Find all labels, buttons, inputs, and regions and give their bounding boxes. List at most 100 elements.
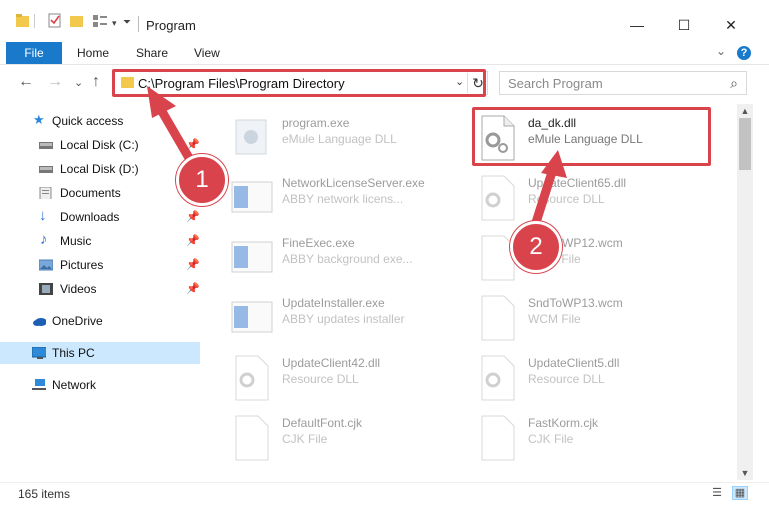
file-name: UpdateClient5.dll (528, 356, 620, 370)
search-icon[interactable]: ⌕ (730, 75, 738, 92)
sidebar-item-music[interactable]: ♪ Music 📌 (0, 230, 200, 252)
sidebar-item-local-disk-c[interactable]: Local Disk (C:) 📌 (0, 134, 200, 156)
dll-file-icon (481, 355, 515, 401)
scroll-up-icon[interactable]: ▲ (737, 104, 753, 118)
sidebar-item-documents[interactable]: Documents 📌 (0, 182, 200, 204)
pin-icon[interactable]: 📌 (186, 282, 200, 295)
sidebar-item-videos[interactable]: Videos 📌 (0, 278, 200, 300)
file-highlight-box (472, 107, 711, 166)
sidebar-item-network[interactable]: Network (0, 374, 200, 396)
file-item-sndtowp13-wcm[interactable]: SndToWP13.wcm WCM File (476, 290, 716, 346)
file-type: ABBY background exe... (282, 252, 413, 266)
view-options-icon[interactable] (92, 12, 110, 30)
customize-quick-access-icon[interactable]: ▾ (112, 18, 117, 29)
new-folder-icon[interactable] (70, 12, 84, 30)
quick-access-dropdown-icon[interactable]: ⏷ (123, 17, 131, 28)
drive-icon (39, 142, 53, 149)
sidebar-item-label: This PC (52, 346, 95, 360)
file-item-fineexec-exe[interactable]: FineExec.exe ABBY background exe... (230, 230, 470, 286)
dll-file-icon (235, 355, 269, 401)
file-type: ABBY updates installer (282, 312, 405, 326)
exe-file-icon (235, 119, 267, 155)
close-button[interactable]: ✕ (708, 10, 754, 40)
file-item-updateclient42-dll[interactable]: UpdateClient42.dll Resource DLL (230, 350, 470, 406)
document-file-icon (481, 415, 515, 461)
vertical-scrollbar[interactable]: ▲ ▼ (737, 104, 753, 480)
file-item-program-exe[interactable]: program.exe eMule Language DLL (230, 110, 470, 166)
sidebar-item-quick-access[interactable]: ★ Quick access (0, 110, 200, 132)
document-file-icon (235, 415, 269, 461)
ribbon-tabs: File Home Share View (0, 40, 769, 64)
file-name: FineExec.exe (282, 236, 355, 250)
tab-share[interactable]: Share (136, 42, 168, 64)
file-item-fastkorm-cjk[interactable]: FastKorm.cjk CJK File (476, 410, 716, 466)
downloads-icon: ↓ (39, 207, 47, 224)
maximize-button[interactable]: ☐ (661, 10, 707, 40)
divider (34, 14, 35, 28)
sidebar-item-onedrive[interactable]: OneDrive (0, 310, 200, 332)
sidebar-item-label: Network (52, 378, 97, 392)
search-box[interactable]: Search Program ⌕ (499, 71, 747, 95)
file-type: Resource DLL (528, 192, 605, 206)
file-name: NetworkLicenseServer.exe (282, 176, 425, 190)
folder-icon[interactable] (16, 12, 30, 30)
sidebar-item-local-disk-d[interactable]: Local Disk (D:) (0, 158, 200, 180)
forward-button[interactable]: → (47, 73, 63, 91)
file-type: ABBY network licens... (282, 192, 404, 206)
sidebar-item-label: Music (60, 234, 92, 248)
videos-icon (39, 283, 53, 295)
documents-icon (39, 187, 52, 199)
file-name: UpdateInstaller.exe (282, 296, 385, 310)
file-name: DefaultFont.cjk (282, 416, 363, 430)
document-file-icon (481, 295, 515, 341)
minimize-button[interactable]: — (614, 10, 660, 40)
scrollbar-thumb[interactable] (739, 118, 751, 170)
file-type: eMule Language DLL (282, 132, 397, 146)
file-type: WCM File (528, 312, 581, 326)
pc-icon (32, 347, 46, 359)
navigation-pane: ★ Quick access Local Disk (C:) 📌 Local D… (0, 104, 200, 480)
window-title: Program (146, 18, 196, 33)
sidebar-item-label: Local Disk (C:) (60, 138, 139, 152)
file-name: program.exe (282, 116, 350, 130)
step-1-badge: 1 (176, 154, 228, 206)
tab-view[interactable]: View (194, 42, 220, 64)
file-type: CJK File (282, 432, 328, 446)
pin-icon[interactable]: 📌 (186, 138, 200, 151)
pin-icon[interactable]: 📌 (186, 234, 200, 247)
large-icons-view-icon[interactable]: ▦ (732, 486, 748, 500)
star-icon: ★ (33, 112, 45, 127)
app-file-icon (231, 241, 273, 273)
up-button[interactable]: ↑ (92, 73, 100, 91)
help-button[interactable]: ? (737, 46, 751, 60)
pin-icon[interactable]: 📌 (186, 258, 200, 271)
details-view-icon[interactable]: ☰ (710, 487, 724, 499)
file-item-updateinstaller-exe[interactable]: UpdateInstaller.exe ABBY updates install… (230, 290, 470, 346)
sidebar-item-label: Local Disk (D:) (60, 162, 139, 176)
scroll-down-icon[interactable]: ▼ (737, 466, 753, 480)
file-type: Resource DLL (528, 372, 605, 386)
tab-home[interactable]: Home (77, 42, 109, 64)
app-file-icon (231, 181, 273, 213)
sidebar-item-this-pc[interactable]: This PC (0, 342, 200, 364)
sidebar-item-label: Downloads (60, 210, 120, 224)
file-name: SndToWP13.wcm (528, 296, 623, 310)
sidebar-item-downloads[interactable]: ↓ Downloads 📌 (0, 206, 200, 228)
tab-file[interactable]: File (6, 42, 62, 64)
back-button[interactable]: ← (18, 73, 34, 91)
pin-icon[interactable]: 📌 (186, 210, 200, 223)
status-bar: 165 items ☰ ▦ (0, 482, 769, 505)
file-item-networklicenseserver-exe[interactable]: NetworkLicenseServer.exe ABBY network li… (230, 170, 470, 226)
file-item-updateclient5-dll[interactable]: UpdateClient5.dll Resource DLL (476, 350, 716, 406)
expand-ribbon-icon[interactable]: ⌄ (716, 44, 726, 58)
sidebar-item-pictures[interactable]: Pictures 📌 (0, 254, 200, 276)
file-type: CJK File (528, 432, 574, 446)
properties-icon[interactable] (48, 12, 62, 30)
recent-locations-button[interactable]: ⌄ (74, 76, 83, 89)
file-item-updateclient65-dll[interactable]: UpdateClient65.dll Resource DLL (476, 170, 716, 226)
sidebar-item-label: OneDrive (52, 314, 103, 328)
file-item-defaultfont-cjk[interactable]: DefaultFont.cjk CJK File (230, 410, 470, 466)
pictures-icon (39, 259, 53, 271)
search-input[interactable]: Search Program (508, 76, 603, 91)
music-icon: ♪ (40, 231, 48, 248)
